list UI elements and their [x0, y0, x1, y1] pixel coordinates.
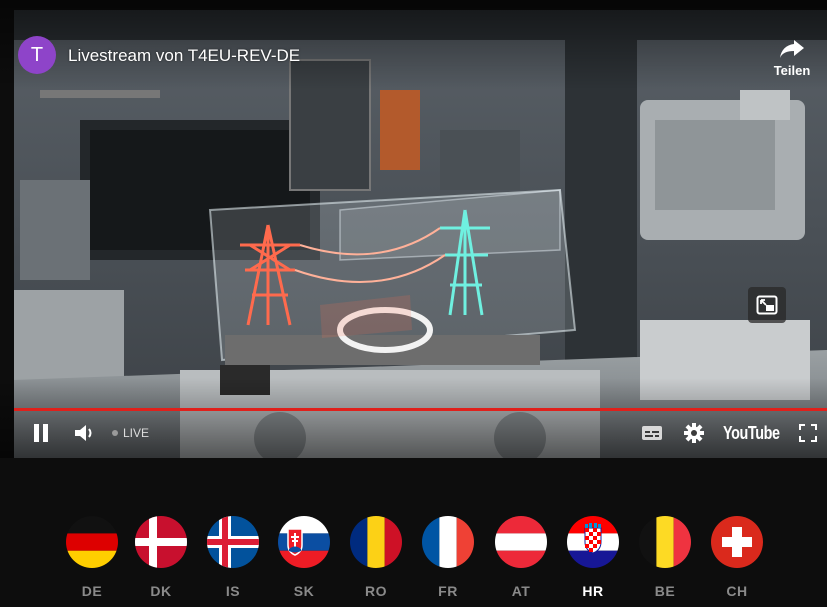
top-gradient: [0, 0, 827, 90]
flag-button-at[interactable]: AT: [491, 510, 551, 599]
croatia-flag-icon: [567, 516, 619, 568]
channel-avatar[interactable]: T: [18, 36, 56, 74]
slovakia-flag-icon: [278, 516, 330, 568]
flag-code: RO: [365, 583, 387, 599]
live-indicator[interactable]: LIVE: [112, 422, 149, 444]
live-dot: [112, 430, 118, 436]
flag-code: AT: [511, 583, 531, 599]
flag-code: BE: [654, 583, 676, 599]
fullscreen-icon: [799, 424, 817, 442]
flag-button-sk[interactable]: SK: [274, 510, 334, 599]
share-button[interactable]: Teilen: [766, 34, 818, 86]
miniplayer-icon: [756, 295, 778, 315]
share-arrow-icon: [780, 40, 804, 58]
germany-flag-icon: [66, 516, 118, 568]
player-controls: LIVE YouTube: [0, 414, 827, 454]
video-player[interactable]: T Livestream von T4EU-REV-DE Teilen LIVE…: [0, 0, 827, 458]
channel-initial: T: [30, 43, 44, 66]
youtube-label: YouTube: [723, 422, 780, 443]
fullscreen-button[interactable]: [797, 422, 819, 444]
flag-code: IS: [225, 583, 241, 599]
flag-button-be[interactable]: BE: [635, 510, 695, 599]
france-flag-icon: [422, 516, 474, 568]
volume-icon: [75, 425, 92, 441]
progress-bar[interactable]: [14, 408, 827, 411]
live-label: LIVE: [123, 426, 150, 440]
flag-button-de[interactable]: DE: [62, 510, 122, 599]
flag-code: SK: [293, 583, 315, 599]
miniplayer-button[interactable]: [748, 287, 786, 323]
subtitles-button[interactable]: [640, 422, 664, 444]
language-flag-selector: DE DK IS SK RO FR AT HR BE CH: [0, 510, 827, 607]
flag-code: DE: [81, 583, 103, 599]
settings-button[interactable]: [682, 422, 706, 444]
youtube-logo-button[interactable]: YouTube: [723, 422, 780, 444]
switzerland-flag-icon: [711, 516, 763, 568]
flag-code: FR: [438, 583, 458, 599]
flag-button-dk[interactable]: DK: [131, 510, 191, 599]
belgium-flag-icon: [639, 516, 691, 568]
subtitles-icon: [642, 426, 662, 440]
pause-icon: [34, 424, 48, 442]
romania-flag-icon: [350, 516, 402, 568]
video-title[interactable]: Livestream von T4EU-REV-DE: [68, 46, 300, 66]
flag-code: HR: [582, 583, 604, 599]
flag-button-ch[interactable]: CH: [707, 510, 767, 599]
austria-flag-icon: [495, 516, 547, 568]
pause-button[interactable]: [30, 422, 52, 444]
share-label: Teilen: [773, 63, 811, 78]
gear-icon: [684, 423, 704, 443]
flag-code: CH: [726, 583, 748, 599]
iceland-flag-icon: [207, 516, 259, 568]
volume-button[interactable]: [72, 422, 100, 444]
flag-button-hr[interactable]: HR: [563, 510, 623, 599]
flag-button-fr[interactable]: FR: [418, 510, 478, 599]
flag-code: DK: [150, 583, 172, 599]
flag-button-is[interactable]: IS: [203, 510, 263, 599]
flag-button-ro[interactable]: RO: [346, 510, 406, 599]
denmark-flag-icon: [135, 516, 187, 568]
